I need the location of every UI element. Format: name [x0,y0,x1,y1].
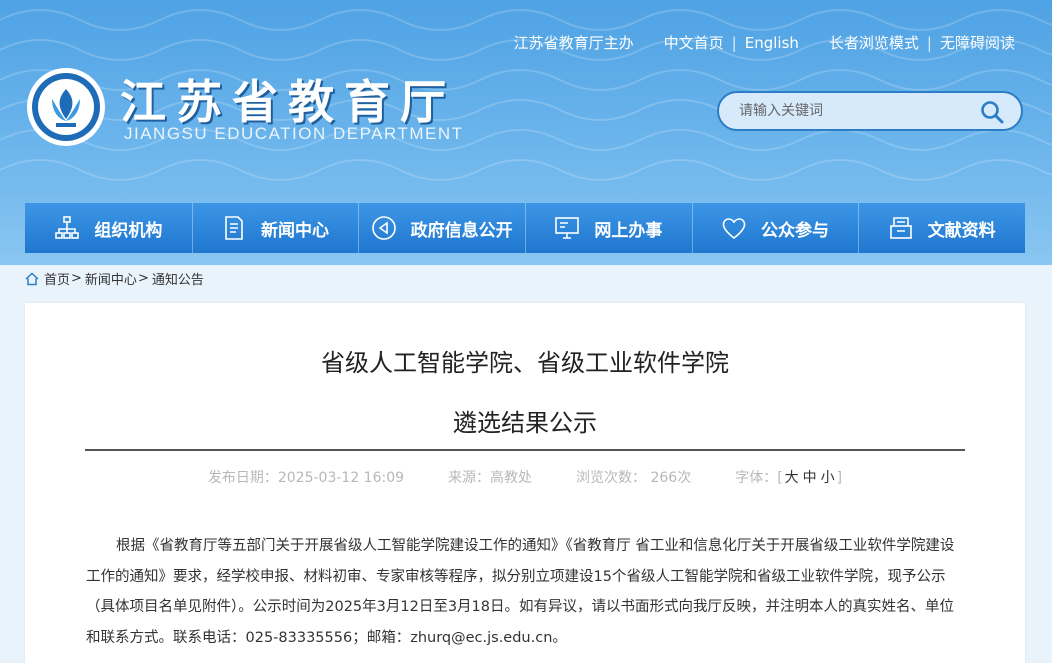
megaphone-icon [371,216,396,240]
nav-item-organization[interactable]: 组织机构 [25,203,192,253]
breadcrumb-notices[interactable]: 通知公告 [152,269,204,288]
view-count: 浏览次数： 266次 [576,470,692,486]
accessible-reading-link[interactable]: 无障碍阅读 [940,32,1015,53]
nav-label: 新闻中心 [261,220,329,241]
home-icon [25,271,39,285]
font-medium-button[interactable]: 中 [803,470,817,486]
sponsor-text: 江苏省教育厅主办 [513,34,634,52]
breadcrumb-separator: > [71,271,82,286]
divider: | [926,33,932,52]
org-chart-icon [55,216,80,239]
nav-label: 政府信息公开 [410,220,513,241]
home-cn-link[interactable]: 中文首页 [664,32,724,53]
article-title-line1: 省级人工智能学院、省级工业软件学院 [321,349,729,377]
font-small-button[interactable]: 小 [821,470,835,486]
site-subtitle: JIANGSU EDUCATION DEPARTMENT [124,124,464,143]
nav-item-gov-info[interactable]: 政府信息公开 [358,203,525,253]
bracket: [ [777,470,783,486]
search-icon[interactable] [979,99,1005,125]
nav-item-news[interactable]: 新闻中心 [191,203,359,253]
title-divider [85,449,965,451]
site-title: 江苏省教育厅 [120,75,456,129]
top-links: 江苏省教育厅主办 中文首页 | English 长者浏览模式 | 无障碍阅读 [514,32,1015,53]
monitor-icon [555,217,580,239]
article-meta: 发布日期：2025-03-12 16:09 来源：高教处 浏览次数： 266次 … [25,467,1025,487]
font-large-button[interactable]: 大 [785,470,799,486]
nav-item-online-service[interactable]: 网上办事 [525,203,692,253]
nav-label: 公众参与 [761,220,830,241]
heart-icon [722,218,746,240]
divider: | [731,33,737,52]
article-body: 根据《省教育厅等五部门关于开展省级人工智能学院建设工作的通知》《省教育厅 省工业… [86,538,955,646]
bracket: ] [836,470,843,486]
english-link[interactable]: English [745,34,799,52]
main-nav: 组织机构 新闻中心 政府信息公开 网上办事 公众参与 文献资料 [25,203,1025,253]
source: 来源：高教处 [448,470,533,486]
search-input[interactable] [737,102,961,120]
nav-item-public-participation[interactable]: 公众参与 [691,203,859,253]
nav-label: 网上办事 [594,220,663,241]
elder-mode-link[interactable]: 长者浏览模式 [829,32,919,53]
nav-label: 组织机构 [94,220,163,241]
nav-item-documents[interactable]: 文献资料 [858,203,1025,253]
breadcrumb-separator: > [137,271,149,286]
font-size-control: 字体：[大中小] [735,467,842,487]
archive-icon [889,217,912,239]
nav-label: 文献资料 [927,220,996,241]
article-title-line2: 遴选结果公示 [453,409,597,437]
breadcrumb: 首页 > 新闻中心 > 通知公告 [25,269,204,288]
font-size-label: 字体： [735,470,778,486]
publish-date: 发布日期：2025-03-12 16:09 [207,470,405,486]
breadcrumb-home[interactable]: 首页 [44,269,70,288]
document-icon [225,216,243,240]
breadcrumb-news[interactable]: 新闻中心 [85,269,137,288]
article-panel: 省级人工智能学院、省级工业软件学院 遴选结果公示 发布日期：2025-03-12… [25,303,1025,663]
department-logo-icon [27,68,105,146]
search-box [717,91,1023,131]
